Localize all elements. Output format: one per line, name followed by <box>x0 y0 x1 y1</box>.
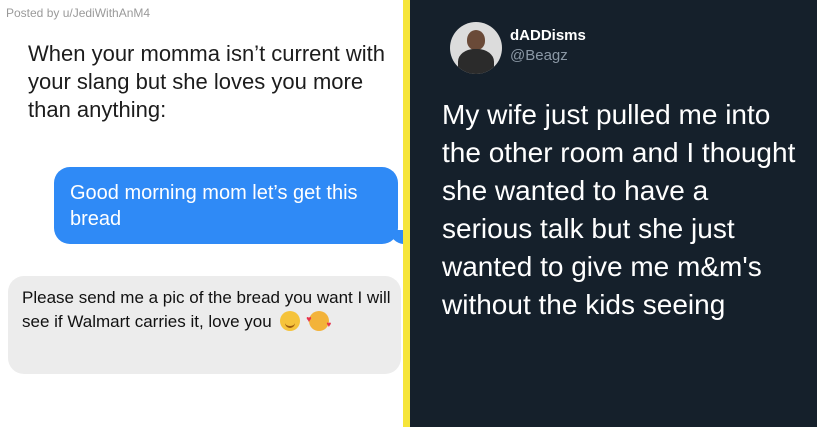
sent-message-text: Good morning mom let’s get this bread <box>70 182 358 230</box>
posted-by-label: Posted by u/JediWithAnM4 <box>6 6 151 20</box>
display-name[interactable]: dADDisms <box>510 27 586 44</box>
received-message: Please send me a pic of the bread you wa… <box>22 286 392 337</box>
sent-bubble-tail <box>390 230 403 244</box>
received-message-text: Please send me a pic of the bread you wa… <box>22 288 391 331</box>
tweet-text: My wife just pulled me into the other ro… <box>442 99 796 320</box>
avatar-head-shape <box>467 30 485 50</box>
avatar-body-shape <box>458 49 494 74</box>
face-with-hearts-emoji-icon <box>306 307 331 337</box>
meme-image: Posted by u/JediWithAnM4 When your momma… <box>0 0 817 427</box>
panel-divider <box>403 0 410 427</box>
meme-caption: When your momma isn’t current with your … <box>28 41 385 122</box>
smiling-face-emoji-icon <box>280 311 301 331</box>
avatar[interactable] <box>450 22 502 74</box>
tweet-panel: dADDisms @Beagz My wife just pulled me i… <box>410 0 817 427</box>
text-message-meme-panel: Posted by u/JediWithAnM4 When your momma… <box>0 0 403 427</box>
user-handle[interactable]: @Beagz <box>510 47 568 64</box>
